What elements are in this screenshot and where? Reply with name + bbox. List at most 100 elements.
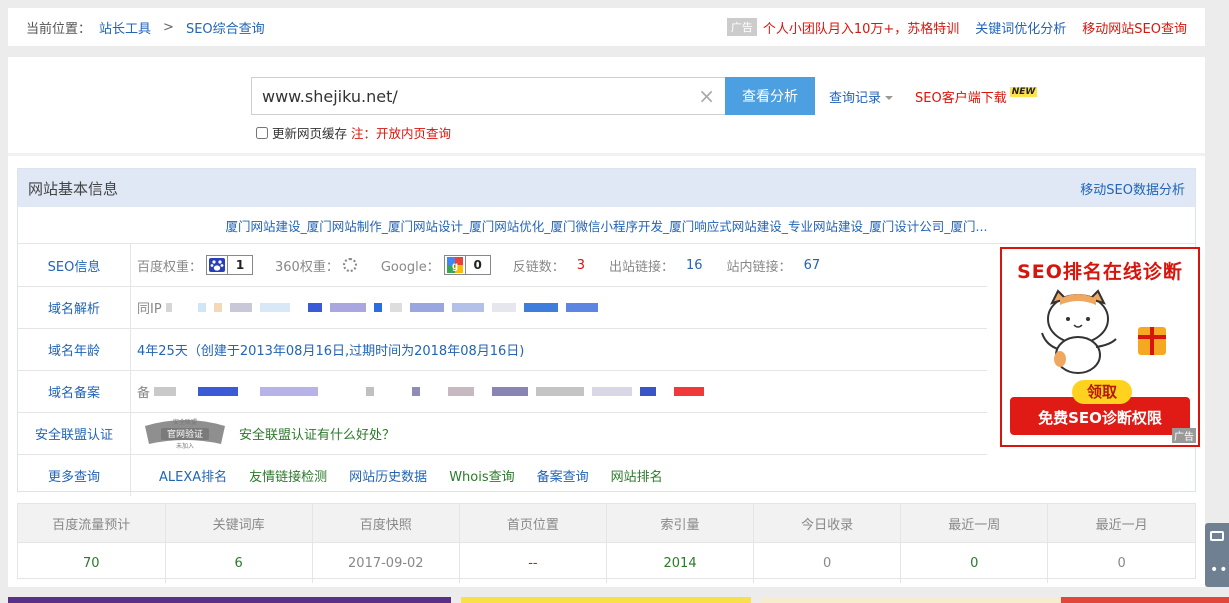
- svg-text:g: g: [452, 261, 458, 272]
- bottom-banner[interactable]: [761, 597, 1061, 603]
- site-title: 厦门网站建设_厦门网站制作_厦门网站设计_厦门网站优化_厦门微信小程序开发_厦门…: [18, 207, 1195, 244]
- breadcrumb: 当前位置： 站长工具 > SEO综合查询: [8, 18, 265, 37]
- security-benefits-link[interactable]: 安全联盟认证有什么好处？: [239, 424, 395, 443]
- analyze-button[interactable]: 查看分析: [725, 77, 815, 115]
- security-content: 安全联盟 官网验证 未加入 安全联盟认证有什么好处？: [131, 416, 395, 450]
- more-link-history[interactable]: 网站历史数据: [349, 466, 427, 485]
- blurred-text: [260, 386, 319, 396]
- stats-header: 首页位置: [459, 504, 608, 543]
- breadcrumb-webmaster-tools[interactable]: 站长工具: [99, 18, 151, 37]
- breadcrumb-seo-query[interactable]: SEO综合查询: [186, 18, 265, 37]
- cat-mascot-icon: [1041, 289, 1117, 374]
- today-indexed-value: 0: [753, 542, 902, 583]
- stats-header: 百度流量预计: [18, 504, 166, 543]
- blurred-text: [523, 302, 558, 312]
- r360-weight-key: 360权重：: [275, 259, 339, 275]
- blurred-text: [373, 302, 382, 312]
- google-badge[interactable]: g 0: [443, 255, 491, 275]
- google-key: Google：: [380, 259, 440, 275]
- seo-client-label: SEO客户端下载: [915, 90, 1007, 106]
- keyword-analysis-link[interactable]: 关键词优化分析: [975, 18, 1066, 37]
- domain-age-label[interactable]: 域名年龄: [18, 328, 131, 370]
- blurred-text: [536, 386, 585, 396]
- baidu-paw-icon: [207, 256, 227, 274]
- security-stamp-sub: 未加入: [176, 442, 194, 450]
- blurred-text: [329, 302, 366, 312]
- seo-diagnosis-ad[interactable]: SEO排名在线诊断 免费SEO诊断权限 领取 广告: [1000, 247, 1200, 447]
- top-links: 广告 个人小团队月入10万+，苏格特训 关键词优化分析 移动网站SEO查询: [726, 18, 1205, 37]
- google-icon: g: [445, 256, 465, 274]
- seo-info-label[interactable]: SEO信息: [18, 244, 131, 286]
- dns-label[interactable]: 域名解析: [18, 286, 131, 328]
- security-label[interactable]: 安全联盟认证: [18, 412, 131, 454]
- new-badge: NEW: [1009, 86, 1038, 97]
- baidu-weight-badge[interactable]: 1: [206, 255, 254, 275]
- blurred-text: [448, 386, 475, 396]
- blurred-text: [229, 302, 252, 312]
- caret-down-icon: [885, 96, 894, 100]
- dns-content: 同IP: [131, 298, 606, 317]
- seo-client-download-link[interactable]: SEO客户端下载 NEW: [915, 86, 1038, 106]
- security-stamp-main: 官网验证: [167, 428, 203, 440]
- last-week-value[interactable]: 0: [900, 542, 1049, 583]
- index-count-value[interactable]: 2014: [606, 542, 755, 583]
- more-link-friend-links[interactable]: 友情链接检测: [249, 466, 327, 485]
- divider: [8, 153, 1205, 156]
- icp-row: 域名备案 备: [18, 370, 987, 413]
- icp-content: 备: [131, 382, 712, 401]
- outlinks-value[interactable]: 16: [686, 258, 703, 273]
- loading-spinner-icon: [342, 258, 357, 272]
- promo-link[interactable]: 个人小团队月入10万+，苏格特训: [763, 18, 959, 37]
- more-dots-icon[interactable]: ••: [1210, 563, 1229, 577]
- dns-row: 域名解析 同IP: [18, 286, 987, 329]
- chat-icon[interactable]: [1210, 531, 1224, 541]
- icp-label[interactable]: 域名备案: [18, 370, 131, 412]
- query-history-dropdown[interactable]: 查询记录: [829, 87, 894, 106]
- backlinks-value[interactable]: 3: [577, 258, 585, 273]
- top-bar: 当前位置： 站长工具 > SEO综合查询 广告 个人小团队月入10万+，苏格特训…: [8, 8, 1205, 46]
- more-link-rank[interactable]: 网站排名: [611, 466, 663, 485]
- clear-icon[interactable]: ×: [698, 84, 715, 108]
- mobile-seo-link[interactable]: 移动网站SEO查询: [1082, 18, 1187, 37]
- blurred-text: [674, 386, 705, 396]
- blurred-text: [307, 302, 322, 312]
- domain-age-value: 4年25天（创建于2013年08月16日,过期时间为2018年08月16日): [137, 343, 525, 359]
- more-link-whois[interactable]: Whois查询: [449, 466, 514, 485]
- search-input[interactable]: www.shejiku.net/ ×: [251, 77, 725, 115]
- security-row: 安全联盟认证 安全联盟 官网验证 未加入 安全联盟认证有什么好处？: [18, 412, 987, 455]
- mobile-seo-data-link[interactable]: 移动SEO数据分析: [1080, 179, 1185, 198]
- keywords-value[interactable]: 6: [165, 542, 313, 583]
- more-link-alexa[interactable]: ALEXA排名: [159, 466, 227, 485]
- inlinks-key: 站内链接：: [726, 259, 792, 275]
- ad-mark: 广告: [1172, 428, 1196, 443]
- blurred-text: [592, 386, 633, 396]
- blurred-text: [197, 302, 206, 312]
- stats-header: 百度快照: [312, 504, 460, 543]
- gift-icon: [1138, 327, 1166, 355]
- bottom-banner[interactable]: [8, 597, 451, 603]
- stats-header: 索引量: [606, 504, 755, 543]
- blurred-text: [259, 302, 290, 312]
- claim-button[interactable]: 领取: [1072, 380, 1132, 404]
- snapshot-value: 2017-09-02: [312, 542, 460, 583]
- backlinks-key: 反链数：: [512, 259, 565, 275]
- bottom-banner[interactable]: [1061, 597, 1229, 603]
- seo-info-row: SEO信息 百度权重： 1 360权重： Google： g 0 反链数： 3 …: [18, 244, 987, 287]
- more-queries-label[interactable]: 更多查询: [18, 454, 131, 496]
- ad-tag: 广告: [726, 18, 757, 36]
- bottom-banner[interactable]: [461, 597, 751, 603]
- side-float-widget[interactable]: ••: [1205, 523, 1229, 587]
- google-value: 0: [464, 256, 490, 274]
- info-title: 网站基本信息: [28, 179, 119, 198]
- blurred-text: [389, 302, 402, 312]
- stats-header: 最近一周: [900, 504, 1049, 543]
- blurred-text: [165, 302, 172, 312]
- info-header: 网站基本信息 移动SEO数据分析: [18, 169, 1195, 207]
- inlinks-value[interactable]: 67: [804, 258, 821, 273]
- more-link-icp[interactable]: 备案查询: [537, 466, 589, 485]
- more-queries-links: ALEXA排名 友情链接检测 网站历史数据 Whois查询 备案查询 网站排名: [131, 466, 663, 485]
- strip-gap: [751, 597, 761, 603]
- blurred-text: [640, 386, 657, 396]
- baidu-traffic-value[interactable]: 70: [18, 542, 166, 583]
- update-cache-checkbox[interactable]: [256, 126, 268, 139]
